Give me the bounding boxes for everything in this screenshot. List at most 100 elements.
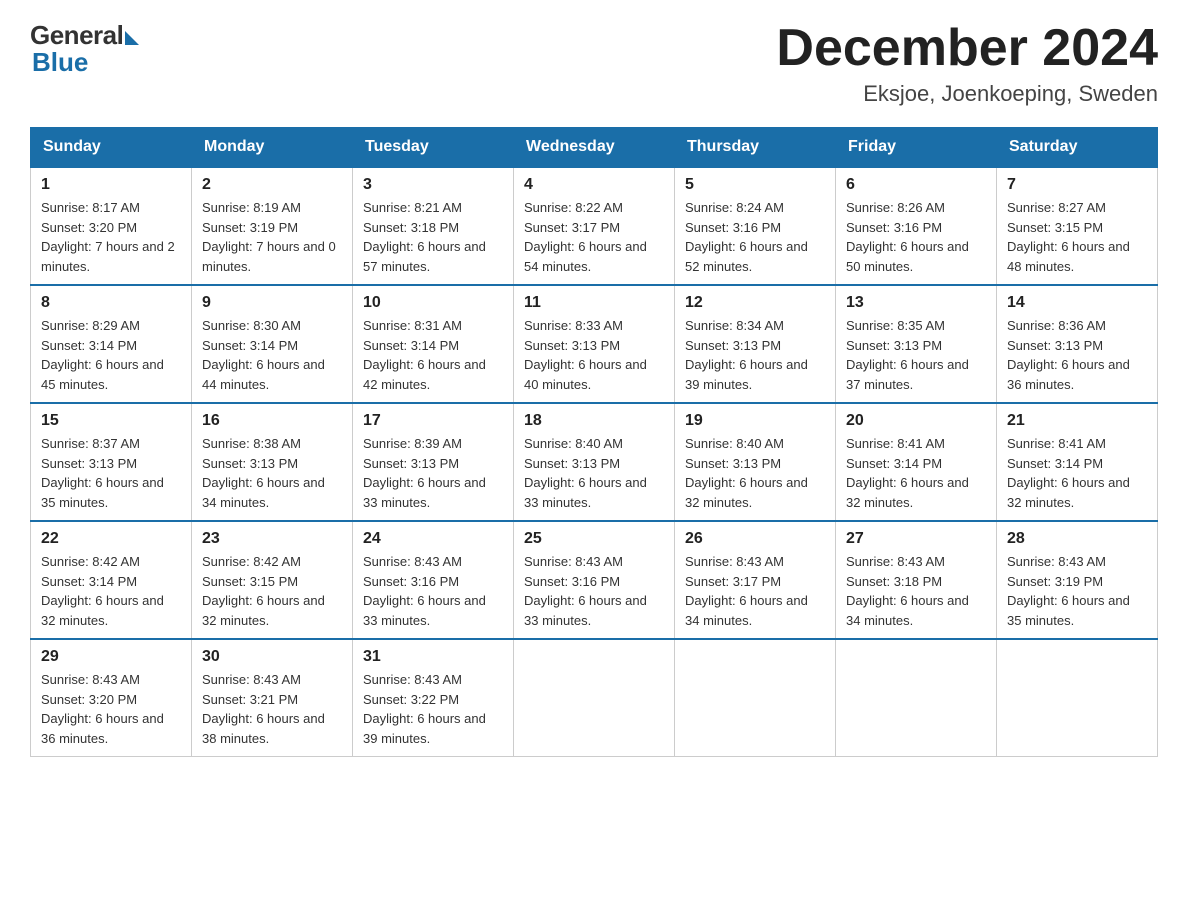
calendar-cell: 28Sunrise: 8:43 AMSunset: 3:19 PMDayligh… — [997, 521, 1158, 639]
calendar-week-row: 1 Sunrise: 8:17 AMSunset: 3:20 PMDaylight… — [31, 167, 1158, 285]
day-number: 1 — [41, 176, 181, 194]
calendar-header-saturday: Saturday — [997, 128, 1158, 168]
calendar-cell: 9 Sunrise: 8:30 AMSunset: 3:14 PMDaylight… — [192, 285, 353, 403]
calendar-cell: 31 Sunrise: 8:43 AMSunset: 3:22 PMDayligh… — [353, 639, 514, 757]
day-number: 14 — [1007, 294, 1147, 312]
day-number: 13 — [846, 294, 986, 312]
calendar-cell: 23Sunrise: 8:42 AMSunset: 3:15 PMDayligh… — [192, 521, 353, 639]
calendar-title: December 2024 — [776, 20, 1158, 77]
day-number: 29 — [41, 648, 181, 666]
day-info: Sunrise: 8:43 AMSunset: 3:18 PMDaylight:… — [846, 552, 986, 630]
day-info: Sunrise: 8:34 AMSunset: 3:13 PMDaylight:… — [685, 316, 825, 394]
day-number: 30 — [202, 648, 342, 666]
day-number: 24 — [363, 530, 503, 548]
day-info: Sunrise: 8:38 AMSunset: 3:13 PMDaylight:… — [202, 434, 342, 512]
day-number: 9 — [202, 294, 342, 312]
calendar-cell: 12 Sunrise: 8:34 AMSunset: 3:13 PMDayligh… — [675, 285, 836, 403]
calendar-cell: 15 Sunrise: 8:37 AMSunset: 3:13 PMDayligh… — [31, 403, 192, 521]
day-info: Sunrise: 8:36 AMSunset: 3:13 PMDaylight:… — [1007, 316, 1147, 394]
day-number: 18 — [524, 412, 664, 430]
calendar-table: SundayMondayTuesdayWednesdayThursdayFrid… — [30, 127, 1158, 757]
day-info: Sunrise: 8:31 AMSunset: 3:14 PMDaylight:… — [363, 316, 503, 394]
calendar-cell — [675, 639, 836, 757]
calendar-cell: 16 Sunrise: 8:38 AMSunset: 3:13 PMDayligh… — [192, 403, 353, 521]
calendar-cell: 29 Sunrise: 8:43 AMSunset: 3:20 PMDayligh… — [31, 639, 192, 757]
day-info: Sunrise: 8:43 AMSunset: 3:16 PMDaylight:… — [363, 552, 503, 630]
day-number: 16 — [202, 412, 342, 430]
calendar-location: Eksjoe, Joenkoeping, Sweden — [776, 81, 1158, 107]
calendar-cell: 8 Sunrise: 8:29 AMSunset: 3:14 PMDaylight… — [31, 285, 192, 403]
calendar-cell: 11 Sunrise: 8:33 AMSunset: 3:13 PMDayligh… — [514, 285, 675, 403]
day-number: 27 — [846, 530, 986, 548]
logo: General Blue — [30, 20, 139, 78]
day-info: Sunrise: 8:21 AMSunset: 3:18 PMDaylight:… — [363, 198, 503, 276]
day-number: 31 — [363, 648, 503, 666]
day-number: 26 — [685, 530, 825, 548]
calendar-cell: 1 Sunrise: 8:17 AMSunset: 3:20 PMDaylight… — [31, 167, 192, 285]
day-info: Sunrise: 8:40 AMSunset: 3:13 PMDaylight:… — [685, 434, 825, 512]
calendar-header-row: SundayMondayTuesdayWednesdayThursdayFrid… — [31, 128, 1158, 168]
day-number: 15 — [41, 412, 181, 430]
day-number: 11 — [524, 294, 664, 312]
day-number: 7 — [1007, 176, 1147, 194]
day-info: Sunrise: 8:41 AMSunset: 3:14 PMDaylight:… — [846, 434, 986, 512]
calendar-cell: 22Sunrise: 8:42 AMSunset: 3:14 PMDayligh… — [31, 521, 192, 639]
calendar-cell: 2 Sunrise: 8:19 AMSunset: 3:19 PMDaylight… — [192, 167, 353, 285]
logo-arrow-icon — [125, 31, 139, 45]
calendar-cell: 14 Sunrise: 8:36 AMSunset: 3:13 PMDayligh… — [997, 285, 1158, 403]
calendar-cell: 20Sunrise: 8:41 AMSunset: 3:14 PMDayligh… — [836, 403, 997, 521]
day-number: 8 — [41, 294, 181, 312]
day-info: Sunrise: 8:43 AMSunset: 3:21 PMDaylight:… — [202, 670, 342, 748]
day-info: Sunrise: 8:30 AMSunset: 3:14 PMDaylight:… — [202, 316, 342, 394]
calendar-cell: 24 Sunrise: 8:43 AMSunset: 3:16 PMDayligh… — [353, 521, 514, 639]
calendar-cell — [997, 639, 1158, 757]
page-header: General Blue December 2024 Eksjoe, Joenk… — [30, 20, 1158, 107]
logo-blue-text: Blue — [32, 47, 88, 78]
calendar-week-row: 15 Sunrise: 8:37 AMSunset: 3:13 PMDayligh… — [31, 403, 1158, 521]
day-number: 23 — [202, 530, 342, 548]
calendar-header-monday: Monday — [192, 128, 353, 168]
day-info: Sunrise: 8:40 AMSunset: 3:13 PMDaylight:… — [524, 434, 664, 512]
calendar-cell: 19 Sunrise: 8:40 AMSunset: 3:13 PMDayligh… — [675, 403, 836, 521]
calendar-week-row: 8 Sunrise: 8:29 AMSunset: 3:14 PMDaylight… — [31, 285, 1158, 403]
calendar-week-row: 29 Sunrise: 8:43 AMSunset: 3:20 PMDayligh… — [31, 639, 1158, 757]
title-block: December 2024 Eksjoe, Joenkoeping, Swede… — [776, 20, 1158, 107]
day-info: Sunrise: 8:33 AMSunset: 3:13 PMDaylight:… — [524, 316, 664, 394]
day-number: 19 — [685, 412, 825, 430]
calendar-cell: 26 Sunrise: 8:43 AMSunset: 3:17 PMDayligh… — [675, 521, 836, 639]
day-info: Sunrise: 8:43 AMSunset: 3:16 PMDaylight:… — [524, 552, 664, 630]
day-info: Sunrise: 8:43 AMSunset: 3:22 PMDaylight:… — [363, 670, 503, 748]
day-number: 2 — [202, 176, 342, 194]
day-info: Sunrise: 8:35 AMSunset: 3:13 PMDaylight:… — [846, 316, 986, 394]
day-number: 12 — [685, 294, 825, 312]
day-number: 28 — [1007, 530, 1147, 548]
calendar-cell: 30 Sunrise: 8:43 AMSunset: 3:21 PMDayligh… — [192, 639, 353, 757]
day-info: Sunrise: 8:43 AMSunset: 3:20 PMDaylight:… — [41, 670, 181, 748]
calendar-cell — [514, 639, 675, 757]
day-number: 6 — [846, 176, 986, 194]
day-info: Sunrise: 8:42 AMSunset: 3:14 PMDaylight:… — [41, 552, 181, 630]
day-number: 10 — [363, 294, 503, 312]
calendar-cell: 17Sunrise: 8:39 AMSunset: 3:13 PMDayligh… — [353, 403, 514, 521]
calendar-cell: 10 Sunrise: 8:31 AMSunset: 3:14 PMDayligh… — [353, 285, 514, 403]
calendar-cell — [836, 639, 997, 757]
calendar-header-friday: Friday — [836, 128, 997, 168]
day-number: 21 — [1007, 412, 1147, 430]
day-info: Sunrise: 8:43 AMSunset: 3:17 PMDaylight:… — [685, 552, 825, 630]
day-info: Sunrise: 8:24 AMSunset: 3:16 PMDaylight:… — [685, 198, 825, 276]
day-number: 5 — [685, 176, 825, 194]
day-info: Sunrise: 8:37 AMSunset: 3:13 PMDaylight:… — [41, 434, 181, 512]
calendar-cell: 13 Sunrise: 8:35 AMSunset: 3:13 PMDayligh… — [836, 285, 997, 403]
day-info: Sunrise: 8:19 AMSunset: 3:19 PMDaylight:… — [202, 198, 342, 276]
calendar-cell: 27 Sunrise: 8:43 AMSunset: 3:18 PMDayligh… — [836, 521, 997, 639]
calendar-header-thursday: Thursday — [675, 128, 836, 168]
calendar-header-wednesday: Wednesday — [514, 128, 675, 168]
calendar-cell: 6Sunrise: 8:26 AMSunset: 3:16 PMDaylight… — [836, 167, 997, 285]
day-info: Sunrise: 8:29 AMSunset: 3:14 PMDaylight:… — [41, 316, 181, 394]
day-info: Sunrise: 8:41 AMSunset: 3:14 PMDaylight:… — [1007, 434, 1147, 512]
day-number: 25 — [524, 530, 664, 548]
calendar-week-row: 22Sunrise: 8:42 AMSunset: 3:14 PMDayligh… — [31, 521, 1158, 639]
day-info: Sunrise: 8:17 AMSunset: 3:20 PMDaylight:… — [41, 198, 181, 276]
day-number: 4 — [524, 176, 664, 194]
calendar-cell: 21 Sunrise: 8:41 AMSunset: 3:14 PMDayligh… — [997, 403, 1158, 521]
